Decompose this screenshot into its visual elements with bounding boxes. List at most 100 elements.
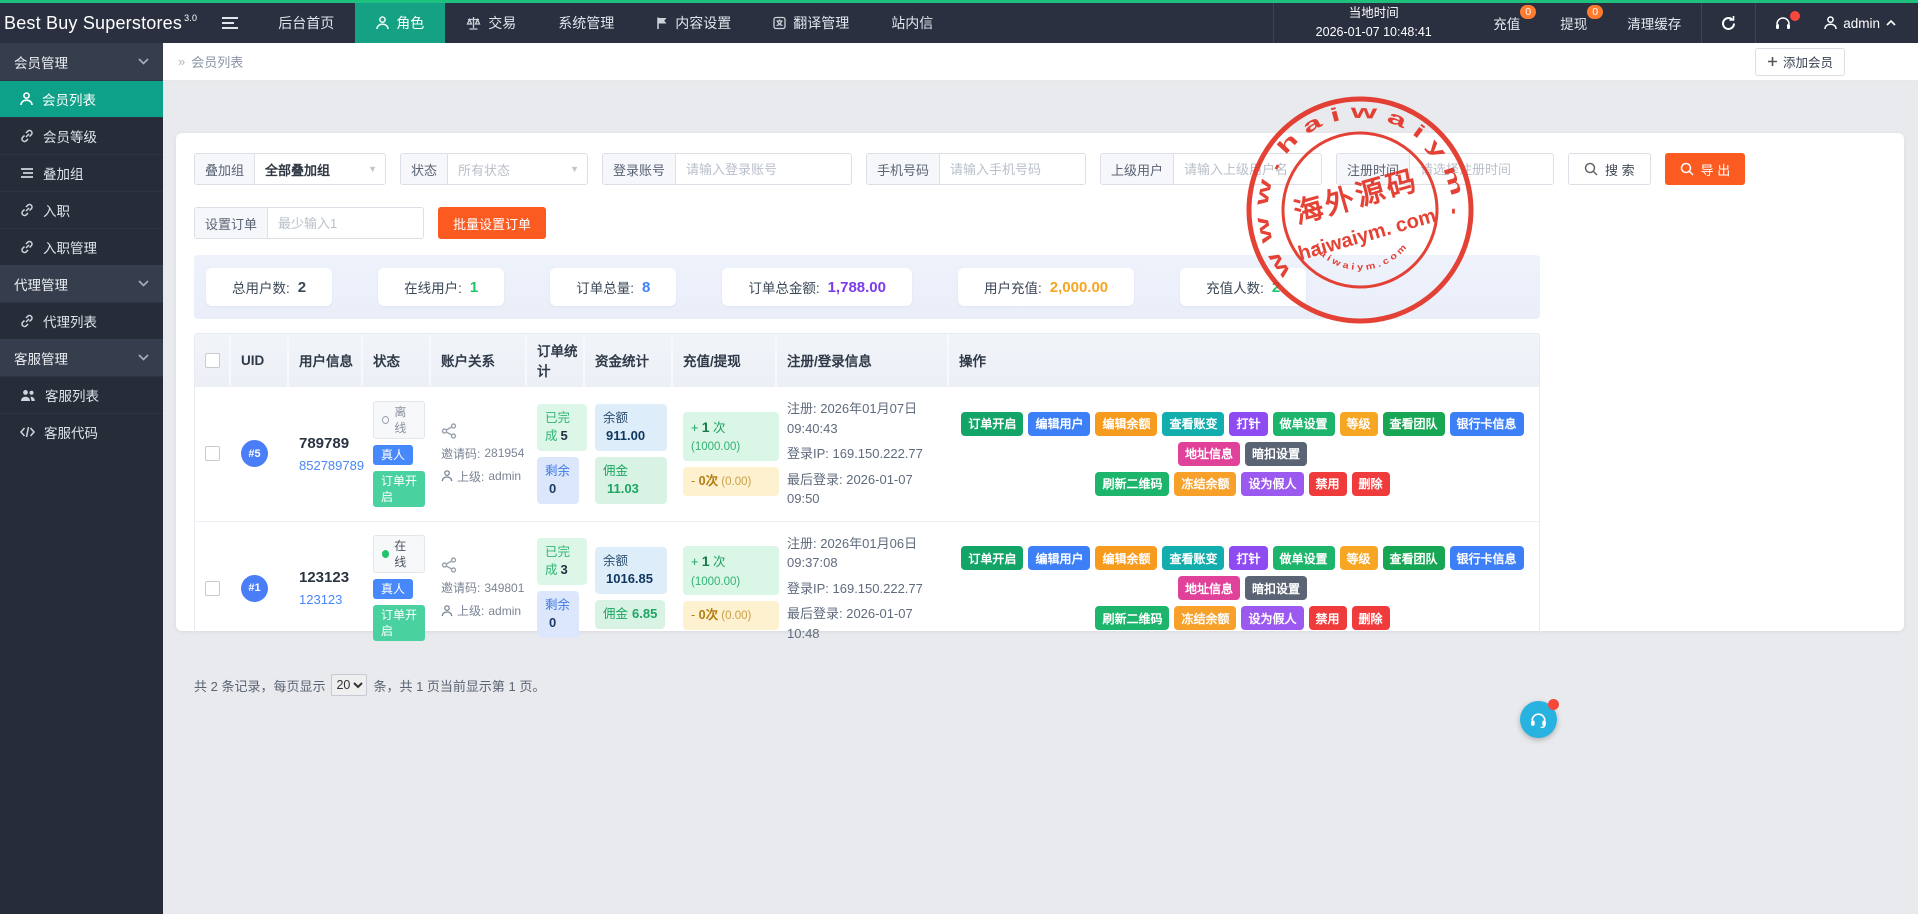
user-icon: [376, 16, 389, 30]
order-open-tag: 订单开启: [373, 605, 425, 641]
action-button[interactable]: 查看账变: [1162, 412, 1224, 436]
nav-item-translate[interactable]: 翻译管理: [752, 3, 870, 43]
action-button[interactable]: 编辑余额: [1095, 412, 1157, 436]
action-button[interactable]: 银行卡信息: [1450, 412, 1524, 436]
action-button[interactable]: 暗扣设置: [1245, 576, 1307, 600]
action-button[interactable]: 暗扣设置: [1245, 442, 1307, 466]
action-button[interactable]: 设为假人: [1241, 606, 1303, 630]
nav-item-dashboard[interactable]: 后台首页: [257, 3, 355, 43]
action-button[interactable]: 查看团队: [1383, 412, 1445, 436]
register-time-input[interactable]: [1410, 154, 1553, 184]
sidebar-item-agent-list[interactable]: 代理列表: [0, 302, 163, 339]
admin-menu[interactable]: admin: [1810, 3, 1918, 43]
sidebar-item-stack-group[interactable]: 叠加组: [0, 154, 163, 191]
row-checkbox[interactable]: [205, 581, 220, 596]
share-icon[interactable]: [441, 423, 457, 439]
register-info-line: 注册: 2026年01月06日 09:37:08: [787, 534, 943, 573]
clear-cache-link[interactable]: 清理缓存: [1607, 3, 1701, 43]
sidebar-item-support-list[interactable]: 客服列表: [0, 376, 163, 413]
sidebar-item-member-level[interactable]: 会员等级: [0, 117, 163, 154]
action-button[interactable]: 打针: [1229, 546, 1267, 570]
refresh-icon[interactable]: [1701, 3, 1755, 43]
withdraw-label: 提现: [1560, 13, 1587, 33]
export-button[interactable]: 导 出: [1665, 153, 1746, 185]
action-button[interactable]: 打针: [1229, 412, 1267, 436]
menu-toggle-icon[interactable]: [203, 3, 257, 43]
stack-group-select[interactable]: 全部叠加组▼: [255, 154, 385, 184]
parent-user-input[interactable]: [1174, 154, 1321, 184]
action-button[interactable]: 地址信息: [1178, 442, 1240, 466]
sidebar-item-onboarding-mgmt[interactable]: 入职管理: [0, 228, 163, 265]
action-button[interactable]: 删除: [1352, 606, 1390, 630]
share-icon[interactable]: [441, 557, 457, 573]
recharge-link[interactable]: 充值 0: [1473, 3, 1540, 43]
action-button[interactable]: 删除: [1352, 472, 1390, 496]
action-button[interactable]: 冻结余额: [1174, 606, 1236, 630]
pagination-text-before: 共 2 条记录，每页显示: [194, 676, 325, 695]
nav-item-messages[interactable]: 站内信: [870, 3, 954, 43]
caret-down-icon: ▼: [368, 164, 377, 174]
login-account-input[interactable]: [676, 154, 851, 184]
table-row: #5789789852789789离线真人订单开启邀请码:281954上级:ad…: [195, 386, 1539, 521]
support-bell-icon[interactable]: [1755, 3, 1810, 43]
phone-input[interactable]: [940, 154, 1085, 184]
status-select[interactable]: 所有状态▼: [448, 154, 587, 184]
action-button[interactable]: 做单设置: [1273, 546, 1335, 570]
action-button[interactable]: 做单设置: [1273, 412, 1335, 436]
nav-item-trade[interactable]: 交易: [445, 3, 537, 43]
commission-value: 11.03: [607, 481, 639, 496]
parent-user-filter: 上级用户: [1100, 153, 1322, 185]
order-stats-cell: 已完成3剩余0: [527, 522, 585, 656]
action-button[interactable]: 银行卡信息: [1450, 546, 1524, 570]
parent-user-label: 上级用户: [1101, 154, 1174, 184]
set-order-input[interactable]: [268, 208, 423, 238]
nav-item-content[interactable]: 内容设置: [635, 3, 752, 43]
fund-stats-cell: 余额1016.85佣金6.85: [585, 522, 673, 656]
action-button[interactable]: 编辑用户: [1028, 412, 1090, 436]
page-size-select[interactable]: 20: [331, 674, 367, 696]
action-button[interactable]: 地址信息: [1178, 576, 1240, 600]
action-button[interactable]: 刷新二维码: [1095, 472, 1169, 496]
actions-cell: 订单开启编辑用户编辑余额查看账变打针做单设置等级查看团队银行卡信息地址信息暗扣设…: [949, 387, 1539, 521]
withdraw-link[interactable]: 提现 0: [1540, 3, 1607, 43]
nav-label: 站内信: [891, 13, 933, 33]
stat-label: 用户充值:: [984, 277, 1042, 297]
sidebar-group-support[interactable]: 客服管理: [0, 339, 163, 376]
row-checkbox[interactable]: [205, 446, 220, 461]
parent-value: admin: [488, 469, 521, 483]
action-button[interactable]: 订单开启: [961, 546, 1023, 570]
sidebar-group-members[interactable]: 会员管理: [0, 43, 163, 80]
minus-sign: -: [691, 474, 699, 488]
sidebar-group-agents[interactable]: 代理管理: [0, 265, 163, 302]
nav-item-system[interactable]: 系统管理: [537, 3, 635, 43]
action-button[interactable]: 查看团队: [1383, 546, 1445, 570]
sidebar-item-support-code[interactable]: 客服代码: [0, 413, 163, 450]
action-button[interactable]: 查看账变: [1162, 546, 1224, 570]
invite-code-value: 281954: [484, 446, 524, 460]
action-button[interactable]: 订单开启: [961, 412, 1023, 436]
sidebar-item-onboarding[interactable]: 入职: [0, 191, 163, 228]
select-all-checkbox[interactable]: [205, 353, 220, 368]
sidebar-item-member-list[interactable]: 会员列表: [0, 80, 163, 117]
batch-set-order-button[interactable]: 批量设置订单: [438, 207, 546, 239]
uid-badge: #5: [241, 440, 268, 467]
set-order-label: 设置订单: [195, 208, 268, 238]
sidebar-item-label: 入职: [43, 200, 70, 220]
action-button[interactable]: 禁用: [1309, 606, 1347, 630]
action-button[interactable]: 冻结余额: [1174, 472, 1236, 496]
action-button[interactable]: 编辑用户: [1028, 546, 1090, 570]
action-button[interactable]: 设为假人: [1241, 472, 1303, 496]
floating-support-button[interactable]: [1520, 701, 1557, 738]
add-member-button[interactable]: 添加会员: [1755, 48, 1845, 76]
action-button[interactable]: 等级: [1340, 546, 1378, 570]
action-button[interactable]: 等级: [1340, 412, 1378, 436]
caret-down-icon: ▼: [570, 164, 579, 174]
register-info-line: 最后登录: 2026-01-07 09:50: [787, 470, 943, 509]
nav-item-roles[interactable]: 角色: [355, 3, 445, 43]
commission-box: 佣金6.85: [595, 600, 665, 629]
action-button[interactable]: 禁用: [1309, 472, 1347, 496]
search-button[interactable]: 搜 索: [1568, 153, 1651, 185]
pagination-bar: 共 2 条记录，每页显示 20 条，共 1 页当前显示第 1 页。: [194, 674, 1886, 696]
action-button[interactable]: 编辑余额: [1095, 546, 1157, 570]
action-button[interactable]: 刷新二维码: [1095, 606, 1169, 630]
